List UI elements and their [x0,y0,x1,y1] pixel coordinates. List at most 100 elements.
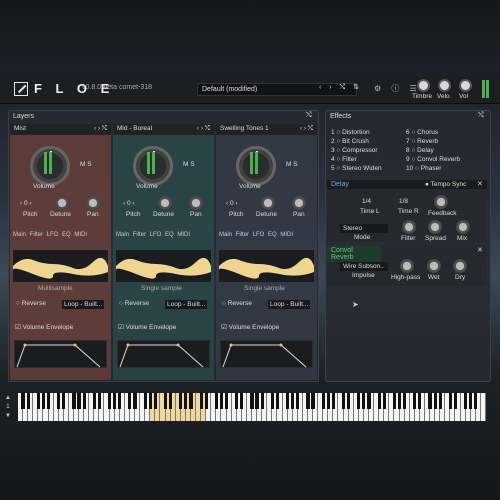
black-key[interactable] [82,393,86,409]
pitch-value[interactable]: ‹ 0 › [20,200,32,207]
black-key[interactable] [347,393,351,409]
vol-knob[interactable] [459,79,472,92]
black-key[interactable] [118,393,122,409]
black-key[interactable] [413,393,417,409]
black-key[interactable] [453,393,458,409]
shuffle-icon[interactable]: ⤭ [478,112,484,120]
black-key[interactable] [92,393,96,409]
black-key[interactable] [382,393,386,409]
black-key[interactable] [26,393,30,409]
black-key[interactable] [163,393,168,409]
black-key[interactable] [199,393,203,409]
loop-select[interactable]: Loop - Built... [62,300,105,309]
black-key[interactable] [326,393,330,409]
black-key[interactable] [397,393,402,409]
black-key[interactable] [168,393,173,409]
wet-knob[interactable] [427,259,441,273]
timbre-knob[interactable] [417,79,430,92]
envelope-graph[interactable] [117,340,210,368]
black-key[interactable] [469,393,473,409]
pan-knob[interactable] [86,196,100,210]
black-key[interactable] [464,393,468,409]
black-key[interactable] [214,393,218,409]
black-key[interactable] [392,393,396,409]
feedback-knob[interactable] [434,195,448,209]
envelope-graph[interactable] [14,340,107,368]
preset-nav[interactable]: ‹ › ⤭ ⇅ [319,83,362,92]
black-key[interactable] [357,393,361,409]
reverse-toggle[interactable]: ○ Reverse [119,300,149,307]
layer-tabs[interactable]: Main Filter LFO EQ MIDI [219,232,293,238]
black-key[interactable] [438,393,442,409]
close-icon[interactable]: ✕ [477,246,483,254]
black-key[interactable] [189,393,193,409]
layer-tabs[interactable]: Main Filter LFO EQ MIDI [13,232,87,238]
envelope-toggle[interactable]: ☑ Volume Envelope [118,323,176,331]
effect-item[interactable]: 5 ○ Stereo Widen [331,165,382,173]
black-key[interactable] [224,393,229,409]
time-l-value[interactable]: 1/4 [362,198,371,205]
loop-select[interactable]: Loop - Built... [165,300,208,309]
piano-keyboard[interactable] [18,393,486,421]
effect-item[interactable]: 6 ○ Chorus [406,129,438,137]
black-key[interactable] [77,393,81,409]
black-key[interactable] [153,393,157,409]
black-key[interactable] [133,393,137,409]
black-key[interactable] [296,393,300,409]
black-key[interactable] [362,393,366,409]
black-key[interactable] [62,393,66,409]
time-r-value[interactable]: 1/8 [399,198,408,205]
black-key[interactable] [97,393,101,409]
velo-knob[interactable] [438,79,451,92]
impulse-select[interactable]: Wire Subson.. [340,262,388,271]
effect-item[interactable]: 7 ○ Reverb [406,138,438,146]
black-key[interactable] [143,393,147,409]
black-key[interactable] [184,393,188,409]
waveform[interactable] [116,250,211,282]
black-key[interactable] [275,393,279,409]
close-icon[interactable]: ✕ [477,180,483,188]
black-key[interactable] [306,393,310,409]
black-key[interactable] [72,393,76,409]
black-key[interactable] [250,393,254,409]
effect-item[interactable]: 3 ○ Compressor [331,147,378,155]
black-key[interactable] [474,393,478,409]
black-key[interactable] [57,393,61,409]
black-key[interactable] [107,393,112,409]
effect-item[interactable]: 1 ○ Distortion [331,129,370,137]
mute-solo[interactable]: M S [286,161,298,168]
tempo-sync-toggle[interactable]: ● Tempo Sync [425,181,466,188]
black-key[interactable] [235,393,239,409]
black-key[interactable] [377,393,381,409]
black-key[interactable] [113,393,117,409]
black-key[interactable] [418,393,422,409]
mode-select[interactable]: Stereo [340,224,388,233]
black-key[interactable] [204,393,208,409]
detune-knob[interactable] [55,196,69,210]
effect-item[interactable]: 2 ○ Bit Crush [331,138,369,146]
white-key[interactable] [480,393,486,421]
waveform[interactable] [13,250,108,282]
layer-header[interactable]: Swelling Tones 1 ‹ › ⤭ [216,124,317,135]
black-key[interactable] [402,393,407,409]
black-key[interactable] [291,393,295,409]
black-key[interactable] [179,393,183,409]
black-key[interactable] [255,393,259,409]
black-key[interactable] [331,393,335,409]
effect-item[interactable]: 8 ○ Delay [406,147,434,155]
octave-control[interactable]: ▲ 1 ▼ [5,394,11,421]
layer-header[interactable]: Mist ‹ › ⤭ [10,124,111,135]
mix-knob[interactable] [456,220,470,234]
black-key[interactable] [41,393,45,409]
filter-knob[interactable] [402,220,416,234]
envelope-toggle[interactable]: ☑ Volume Envelope [15,323,73,331]
black-key[interactable] [433,393,437,409]
black-key[interactable] [448,393,452,409]
highpass-knob[interactable] [400,259,414,273]
black-key[interactable] [219,393,224,409]
shuffle-icon[interactable]: ⤭ [306,112,312,120]
envelope-toggle[interactable]: ☑ Volume Envelope [221,323,279,331]
mute-solo[interactable]: M S [80,161,92,168]
loop-select[interactable]: Loop - Built... [268,300,311,309]
pan-knob[interactable] [292,196,306,210]
